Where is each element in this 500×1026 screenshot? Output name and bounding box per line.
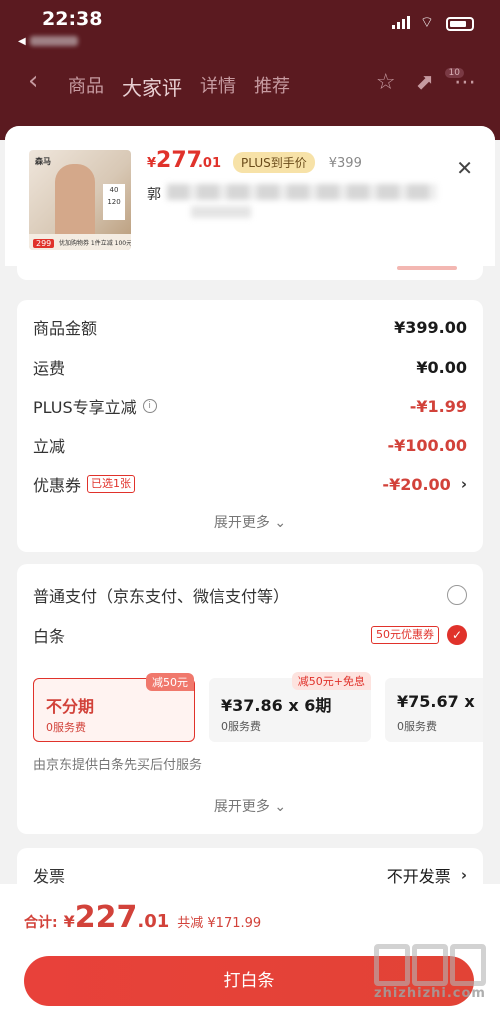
plan-title: 不分期 (46, 697, 95, 716)
thumbnail-size-tag: 40 120 (103, 184, 125, 220)
payment-option-baitiao[interactable]: 白条 50元优惠券 ✓ (33, 622, 467, 648)
message-badge: 10 (444, 68, 464, 78)
baitiao-service-note: 由京东提供白条先买后付服务 (33, 758, 203, 773)
plan-title: ¥37.86 x 6期 (221, 696, 332, 715)
expand-more-link[interactable]: 展开更多 ⌄ (17, 512, 483, 532)
installment-plan[interactable]: 减50元 不分期 0服务费 (33, 673, 195, 742)
summary-value: -¥1.99 (409, 396, 467, 416)
price-currency: ¥ (147, 156, 157, 171)
product-thumbnail: 森马 40 120 299 优加购物券 1件立减 100元 (29, 150, 131, 250)
star-icon[interactable]: ☆ (376, 70, 396, 95)
check-icon[interactable]: ✓ (447, 625, 467, 645)
status-back-app-label (30, 36, 78, 46)
summary-value: -¥100.00 (387, 435, 467, 455)
signal-icon (392, 16, 410, 29)
thumbnail-price: 299 (33, 239, 55, 248)
tab-recommend[interactable]: 推荐 (254, 72, 290, 101)
status-time: 22:38 (42, 8, 103, 30)
nav-actions: ☆ ⬈ ⋯ 10 (376, 68, 476, 95)
coupon-selected-tag: 已选1张 (87, 475, 136, 493)
close-icon[interactable]: ✕ (456, 156, 473, 180)
summary-label: 运费 (33, 359, 66, 378)
summary-row-goods: 商品金额 ¥399.00 (33, 314, 467, 340)
summary-label-wrap: 优惠券 已选1张 (33, 472, 136, 496)
peek-accent (397, 266, 457, 270)
price-block: ¥277.01 (147, 148, 221, 173)
tab-reviews[interactable]: 大家评 (122, 72, 182, 101)
radio-icon[interactable] (447, 585, 467, 605)
summary-label: 立减 (33, 437, 66, 456)
thumbnail-model-figure (55, 164, 95, 238)
summary-value: ¥399.00 (394, 317, 467, 337)
status-back-icon[interactable]: ◀ (18, 36, 26, 47)
summary-row-instant-discount: 立减 -¥100.00 (33, 432, 467, 458)
summary-value: ¥0.00 (416, 357, 467, 377)
product-price-row: ¥277.01 PLUS到手价 ¥399 (147, 148, 362, 173)
price-integer: 277 (156, 148, 202, 173)
watermark-text: zhizhizhi.com (374, 986, 486, 1001)
product-nav-bar: ‹ 商品 大家评 详情 推荐 ☆ ⬈ ⋯ 10 (0, 62, 500, 106)
plan-title: ¥75.67 x (397, 692, 475, 711)
chevron-right-icon[interactable]: › (461, 475, 467, 493)
plan-discount-tag: 减50元 (146, 673, 194, 691)
summary-row-coupon[interactable]: 优惠券 已选1张 -¥20.00 › (33, 471, 467, 497)
product-name-redacted (167, 184, 437, 200)
total-decimal: .01 (137, 911, 170, 932)
installment-plan[interactable]: 减 ¥75.67 x 0服务费 (385, 678, 483, 742)
original-price: ¥399 (328, 156, 362, 171)
wifi-icon: ⌔ (419, 13, 434, 31)
info-icon[interactable]: i (142, 399, 157, 413)
tab-details[interactable]: 详情 (200, 72, 236, 101)
summary-label-wrap: PLUS专享立减 i (33, 394, 157, 418)
payment-option-normal[interactable]: 普通支付（京东支付、微信支付等） (33, 582, 467, 608)
total-row: 合计: ¥ 227 .01 共减 ¥171.99 (24, 900, 261, 935)
summary-label: 商品金额 (33, 319, 98, 338)
chevron-right-icon[interactable]: › (461, 866, 467, 884)
watermark-logo (374, 944, 486, 986)
collapsed-section-peek (17, 266, 483, 280)
installment-plan[interactable]: 减50元+免息 ¥37.86 x 6期 0服务费 (209, 672, 371, 742)
total-label: 合计: (24, 915, 58, 931)
plan-fee: 0服务费 (397, 720, 437, 733)
payment-method-card: 普通支付（京东支付、微信支付等） 白条 50元优惠券 ✓ 减50元 不分期 0服… (17, 564, 483, 834)
watermark: zhizhizhi.com (374, 944, 486, 1001)
summary-label: 优惠券 (33, 476, 82, 495)
back-chevron-icon[interactable]: ‹ (28, 66, 38, 96)
summary-row-plus-discount: PLUS专享立减 i -¥1.99 (33, 393, 467, 419)
product-name: 郭 (147, 187, 161, 203)
total-currency: ¥ (63, 912, 75, 931)
product-spec-redacted (191, 206, 251, 218)
summary-label: PLUS专享立减 (33, 398, 137, 417)
plus-price-badge: PLUS到手价 (233, 152, 315, 173)
product-header: 森马 40 120 299 优加购物券 1件立减 100元 ¥277.01 PL… (5, 126, 495, 266)
plan-discount-tag: 减50元+免息 (291, 672, 371, 690)
expand-more-link[interactable]: 展开更多 ⌄ (17, 796, 483, 816)
summary-row-shipping: 运费 ¥0.00 (33, 354, 467, 380)
share-icon[interactable]: ⬈ (416, 70, 434, 95)
price-decimal: .01 (197, 156, 222, 171)
installment-plans: 减50元 不分期 0服务费 减50元+免息 ¥37.86 x 6期 0服务费 减… (33, 672, 483, 742)
tab-product[interactable]: 商品 (68, 72, 104, 101)
payment-normal-label: 普通支付（京东支付、微信支付等） (33, 587, 290, 606)
baitiao-coupon-tag: 50元优惠券 (371, 626, 439, 644)
thumbnail-promo-text: 优加购物券 1件立减 100元 (59, 240, 131, 247)
status-bar: 22:38 ◀ ⌔ (0, 0, 500, 48)
battery-icon (446, 17, 474, 31)
summary-value: -¥20.00 (382, 474, 451, 494)
payment-baitiao-label: 白条 (33, 627, 66, 646)
total-saved: 共减 ¥171.99 (177, 916, 262, 931)
total-integer: 227 (74, 900, 138, 935)
nav-tabs: 商品 大家评 详情 推荐 (68, 72, 290, 101)
thumbnail-brand: 森马 (35, 157, 51, 166)
price-summary-card: 商品金额 ¥399.00 运费 ¥0.00 PLUS专享立减 i -¥1.99 … (17, 300, 483, 552)
plan-fee: 0服务费 (221, 720, 261, 733)
plan-fee: 0服务费 (46, 721, 86, 734)
